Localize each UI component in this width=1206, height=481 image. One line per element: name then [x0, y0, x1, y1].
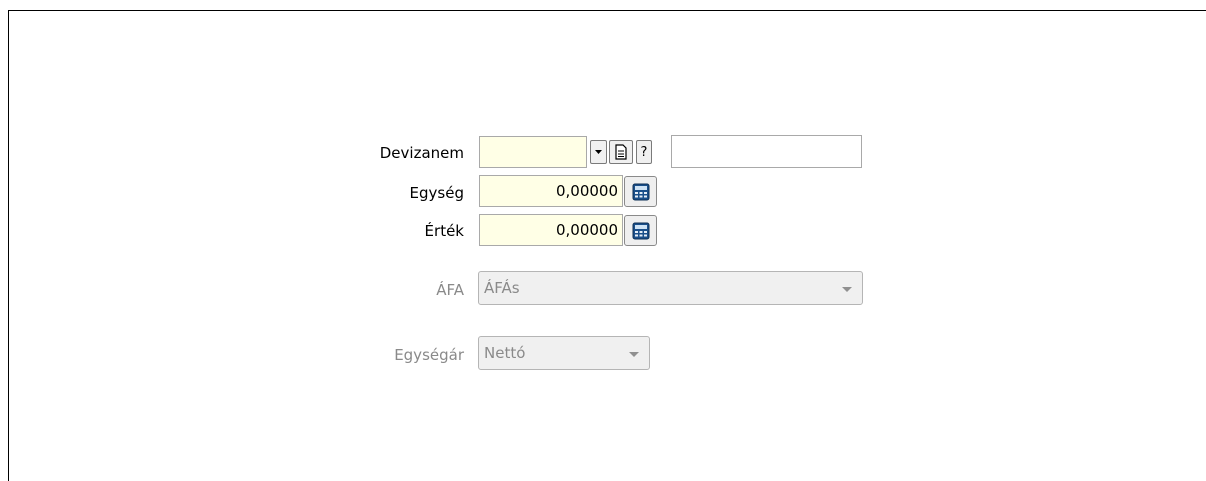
- devizanem-label: Devizanem: [379, 144, 464, 162]
- devizanem-name-input[interactable]: [671, 135, 862, 168]
- calculator-icon: [632, 183, 649, 200]
- afa-selected-value: ÁFÁs: [484, 279, 520, 297]
- egyseg-calculator-button[interactable]: [624, 176, 657, 207]
- ertek-calculator-button[interactable]: [624, 215, 657, 246]
- chevron-down-icon: [595, 150, 602, 154]
- devizanem-input[interactable]: [479, 136, 587, 168]
- egysegar-selected-value: Nettó: [484, 344, 526, 362]
- document-icon: [615, 144, 627, 160]
- afa-select[interactable]: ÁFÁs: [478, 271, 863, 305]
- afa-label: ÁFA: [436, 281, 464, 299]
- devizanem-help-button[interactable]: ?: [636, 140, 652, 164]
- devizanem-dropdown-button[interactable]: [590, 140, 607, 164]
- egysegar-select[interactable]: Nettó: [478, 336, 650, 370]
- ertek-label: Érték: [424, 222, 464, 240]
- devizanem-document-button[interactable]: [609, 140, 633, 164]
- chevron-down-icon: [629, 352, 639, 357]
- egyseg-label: Egység: [409, 184, 464, 202]
- chevron-down-icon: [842, 287, 852, 292]
- egyseg-input[interactable]: 0,00000: [479, 175, 623, 207]
- calculator-icon: [632, 222, 649, 239]
- egysegar-label: Egységár: [394, 346, 464, 364]
- ertek-input[interactable]: 0,00000: [479, 214, 623, 246]
